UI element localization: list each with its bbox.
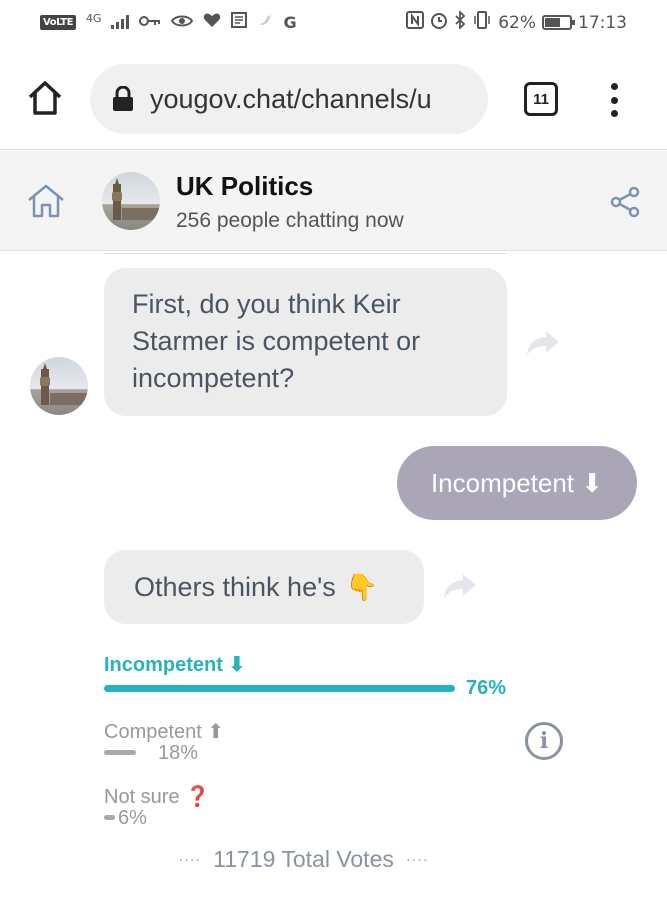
lock-icon (112, 85, 134, 112)
vibrate-icon (472, 11, 492, 34)
bluetooth-icon (454, 9, 466, 34)
channel-avatar (102, 172, 160, 230)
channel-header: UK Politics 256 people chatting now (0, 151, 667, 251)
total-dots-left: ···· (178, 851, 202, 867)
menu-dot-icon (610, 110, 618, 117)
status-bar: VoLTE 4G G 62% 17:13 (0, 0, 667, 46)
browser-toolbar: yougov.chat/channels/u 11 (0, 46, 667, 150)
forward-icon (444, 574, 476, 598)
home-icon (28, 184, 64, 218)
url-text: yougov.chat/channels/u (150, 83, 432, 114)
status-right: 62% 17:13 (406, 9, 627, 34)
poll-total: ···· 11719 Total Votes ···· (0, 846, 607, 873)
menu-dot-icon (610, 96, 618, 104)
tab-switcher-button[interactable]: 11 (524, 82, 558, 116)
channel-subtitle: 256 people chatting now (176, 209, 404, 232)
nfc-icon (406, 11, 425, 34)
health-icon (203, 12, 221, 32)
bot-avatar (30, 357, 88, 415)
menu-dot-icon (610, 83, 618, 90)
user-answer-text: Incompetent ⬇ (430, 467, 604, 498)
share-icon (610, 186, 640, 218)
news-icon (231, 12, 248, 32)
previous-message-edge (104, 251, 507, 254)
poll-bar (104, 750, 136, 755)
google-icon: G (283, 12, 297, 32)
pointing-down-emoji: 👇 (345, 571, 379, 602)
alarm-icon (430, 11, 448, 34)
poll-info-button[interactable]: i (525, 722, 563, 760)
bird-icon (257, 12, 273, 32)
poll-option-label: Competent ⬆ (104, 721, 225, 743)
poll-percent: 76% (466, 677, 507, 699)
poll-bar (104, 685, 455, 692)
home-icon (28, 81, 62, 115)
volte-badge: VoLTE (40, 14, 76, 30)
user-answer-bubble: Incompetent ⬇ (397, 446, 637, 520)
poll-percent: 6% (118, 807, 147, 829)
forward-button[interactable] (443, 573, 477, 599)
channel-home-button[interactable] (26, 183, 66, 219)
others-text: Others think he's (134, 571, 336, 602)
forward-icon (527, 331, 559, 355)
poll-percent: 18% (158, 742, 199, 764)
browser-home-button[interactable] (25, 78, 65, 118)
battery-percent: 62% (498, 12, 536, 33)
signal-icon (111, 15, 130, 29)
channel-title: UK Politics (176, 171, 314, 201)
forward-button[interactable] (526, 330, 560, 356)
clock: 17:13 (578, 12, 627, 33)
total-votes-text: 11719 Total Votes (213, 846, 394, 872)
info-icon: i (539, 728, 549, 754)
bot-message-others: Others think he's 👇 (104, 550, 424, 624)
poll-option-label: Not sure ❓ (104, 786, 211, 808)
share-button[interactable] (608, 185, 642, 219)
total-dots-right: ···· (405, 851, 429, 867)
battery-icon (542, 15, 575, 30)
overflow-menu-button[interactable] (604, 80, 624, 120)
eye-icon (171, 13, 194, 32)
bot-message-question: First, do you think Keir Starmer is comp… (104, 268, 507, 416)
status-left: VoLTE 4G G (40, 12, 297, 32)
question-text: First, do you think Keir Starmer is comp… (132, 289, 421, 393)
poll-bar (104, 815, 115, 820)
key-icon (139, 13, 161, 32)
network-type: 4G (85, 12, 102, 25)
address-bar[interactable]: yougov.chat/channels/u (90, 64, 488, 134)
poll-option-label: Incompetent ⬇ (104, 654, 246, 676)
